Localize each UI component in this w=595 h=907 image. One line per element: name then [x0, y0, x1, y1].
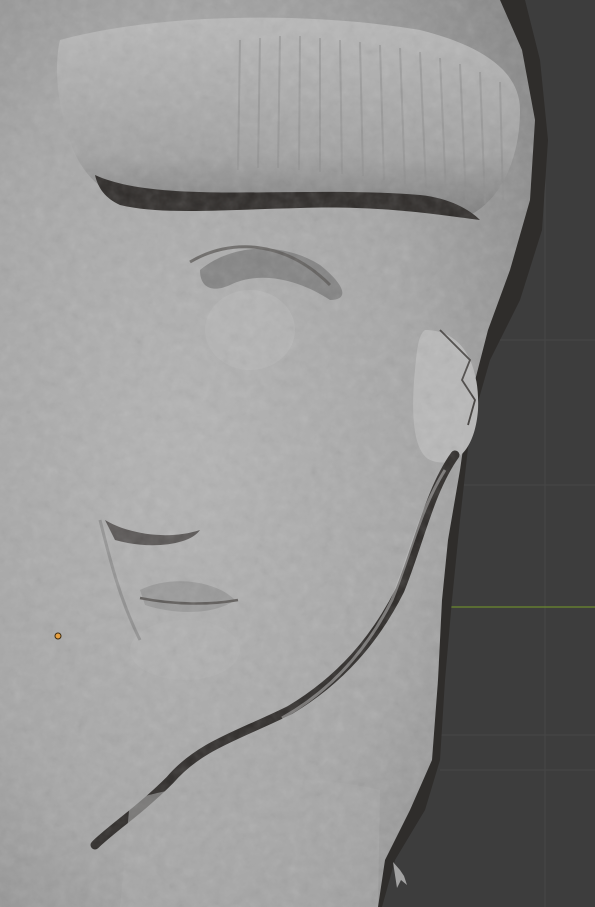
viewport-canvas[interactable]: [0, 0, 595, 907]
3d-viewport[interactable]: [0, 0, 595, 907]
origin-marker-icon[interactable]: [54, 632, 62, 640]
